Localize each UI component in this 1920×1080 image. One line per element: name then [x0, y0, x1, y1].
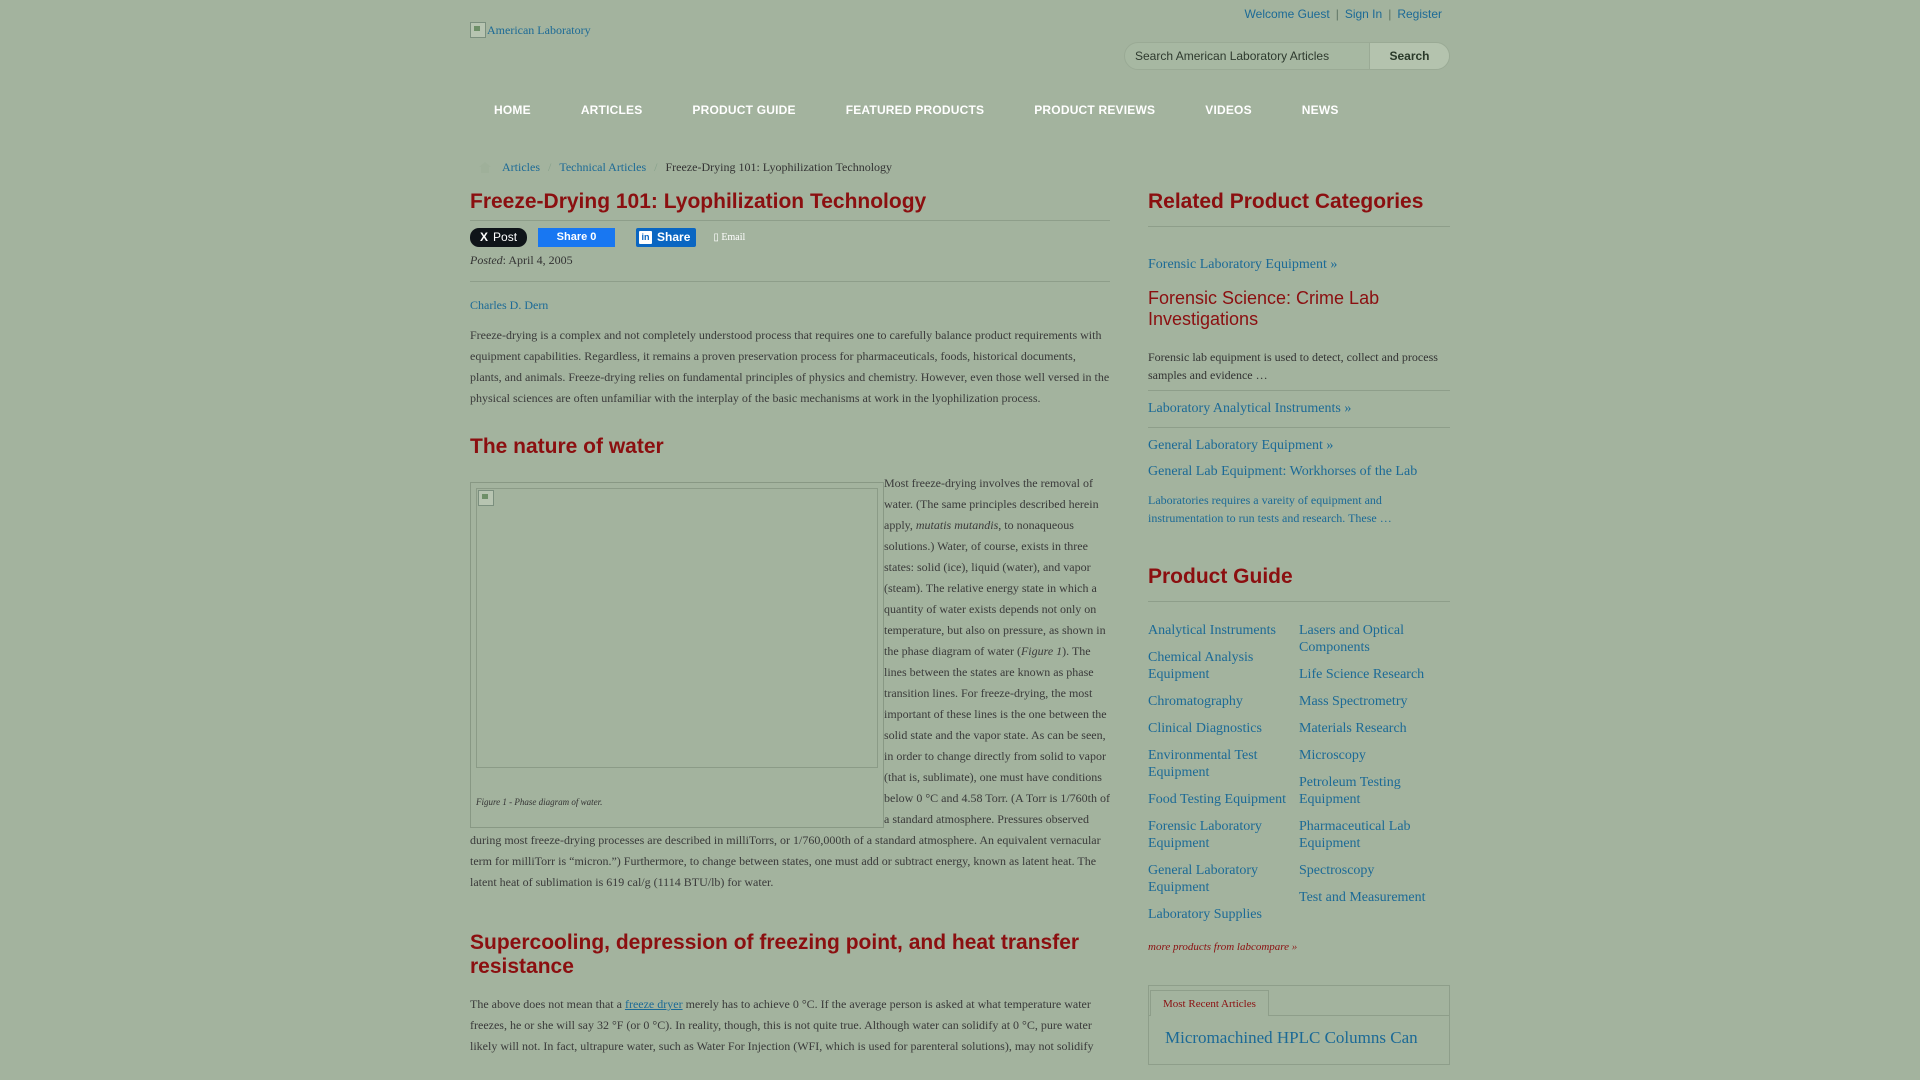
broken-image-icon — [470, 22, 486, 38]
figure: Figure 1 - Phase diagram of water. — [470, 482, 884, 828]
product-guide-link[interactable]: Clinical Diagnostics — [1148, 720, 1299, 737]
product-guide-link[interactable]: Spectroscopy — [1299, 862, 1450, 879]
linkedin-share-button[interactable]: in Share — [636, 227, 697, 247]
related-categories-heading: Related Product Categories — [1148, 190, 1450, 227]
nav-articles[interactable]: ARTICLES — [581, 103, 643, 117]
product-guide-column-right: Lasers and Optical Components Life Scien… — [1299, 622, 1450, 933]
product-guide-link[interactable]: Lasers and Optical Components — [1299, 622, 1450, 656]
product-guide-link[interactable]: Analytical Instruments — [1148, 622, 1299, 639]
email-share-button[interactable]: ▯ Email — [713, 232, 745, 243]
breadcrumb-separator: / — [548, 160, 552, 174]
water-section: Figure 1 - Phase diagram of water. Most … — [470, 473, 1110, 893]
breadcrumb-separator: / — [654, 160, 658, 174]
recent-articles-box: Most Recent Articles Micromachined HPLC … — [1148, 985, 1450, 1065]
separator: | — [1388, 7, 1392, 21]
figure-image — [476, 488, 878, 768]
article: Freeze-Drying 101: Lyophilization Techno… — [470, 190, 1110, 1057]
general-category-link[interactable]: General Laboratory Equipment » — [1148, 438, 1450, 454]
x-post-label: Post — [493, 230, 518, 244]
intro-paragraph: Freeze-drying is a complex and not compl… — [470, 328, 1110, 405]
broken-image-icon — [478, 490, 494, 506]
forensic-category-link[interactable]: Forensic Laboratory Equipment » — [1148, 257, 1450, 273]
product-guide-heading: Product Guide — [1148, 565, 1450, 602]
welcome-text: Welcome Guest — [1244, 7, 1330, 21]
analytical-category-link[interactable]: Laboratory Analytical Instruments » — [1148, 401, 1450, 417]
product-guide-link[interactable]: Environmental Test Equipment — [1148, 747, 1299, 781]
product-guide-link[interactable]: Materials Research — [1299, 720, 1450, 737]
x-icon: X — [480, 230, 489, 244]
sidebar: Related Product Categories Forensic Labo… — [1148, 190, 1450, 1065]
nav-news[interactable]: NEWS — [1302, 103, 1339, 117]
linkedin-share-label: Share — [657, 230, 691, 244]
section-heading: Supercooling, depression of freezing poi… — [470, 931, 1080, 978]
product-guide-link[interactable]: Food Testing Equipment — [1148, 791, 1299, 808]
search-input[interactable]: Search American Laboratory Articles — [1125, 49, 1369, 63]
forensic-feature-description: Forensic lab equipment is used to detect… — [1148, 350, 1438, 382]
breadcrumb-articles[interactable]: Articles — [502, 160, 540, 175]
separator: | — [1335, 7, 1339, 21]
product-guide-link[interactable]: Test and Measurement — [1299, 889, 1450, 906]
product-guide-column-left: Analytical Instruments Chemical Analysis… — [1148, 622, 1299, 933]
related-category-analytical: Laboratory Analytical Instruments » — [1148, 391, 1450, 428]
general-feature-description: Laboratories requires a vareity of equip… — [1148, 493, 1392, 525]
product-guide-grid: Analytical Instruments Chemical Analysis… — [1148, 622, 1450, 933]
user-bar: Welcome Guest | Sign In | Register — [1245, 7, 1442, 21]
posted-date: Posted: April 4, 2005 — [470, 253, 1110, 282]
product-guide-link[interactable]: General Laboratory Equipment — [1148, 862, 1299, 896]
breadcrumb: Articles / Technical Articles / Freeze-D… — [478, 160, 892, 175]
tab-most-recent-articles[interactable]: Most Recent Articles — [1150, 990, 1269, 1016]
linkedin-icon: in — [639, 230, 653, 244]
product-guide-link[interactable]: Forensic Laboratory Equipment — [1148, 818, 1299, 852]
sign-in-link[interactable]: Sign In — [1345, 7, 1382, 21]
more-products-link[interactable]: more products from labcompare » — [1148, 941, 1450, 953]
forensic-feature-title[interactable]: Forensic Science: Crime Lab Investigatio… — [1148, 288, 1450, 330]
search-button[interactable]: Search — [1369, 43, 1449, 69]
site-logo[interactable]: American Laboratory — [470, 22, 591, 38]
home-icon[interactable] — [478, 161, 492, 174]
product-guide-link[interactable]: Microscopy — [1299, 747, 1450, 764]
text-run: The above does not mean that a — [470, 997, 625, 1011]
posted-date-value: : April 4, 2005 — [502, 253, 573, 267]
nav-product-guide[interactable]: PRODUCT GUIDE — [692, 103, 795, 117]
related-category-general: General Laboratory Equipment » General L… — [1148, 428, 1450, 527]
recent-articles-list: Micromachined HPLC Columns Can — [1149, 1015, 1449, 1060]
general-feature-title[interactable]: General Lab Equipment: Workhorses of the… — [1148, 464, 1450, 480]
article-title: Freeze-Drying 101: Lyophilization Techno… — [470, 190, 1110, 221]
related-category-forensic: Forensic Laboratory Equipment » Forensic… — [1148, 257, 1450, 391]
figure-caption: Figure 1 - Phase diagram of water. — [476, 797, 603, 807]
product-guide-link[interactable]: Petroleum Testing Equipment — [1299, 774, 1450, 808]
nav-videos[interactable]: VIDEOS — [1205, 103, 1252, 117]
author-link[interactable]: Charles D. Dern — [470, 298, 1110, 313]
text-emphasis: mutatis mutandis — [915, 518, 999, 532]
breadcrumb-current: Freeze-Drying 101: Lyophilization Techno… — [665, 160, 893, 174]
product-guide-link[interactable]: Life Science Research — [1299, 666, 1450, 683]
breadcrumb-technical-articles[interactable]: Technical Articles — [559, 160, 646, 175]
product-guide-link[interactable]: Pharmaceutical Lab Equipment — [1299, 818, 1450, 852]
register-link[interactable]: Register — [1397, 7, 1442, 21]
nav-featured-products[interactable]: FEATURED PRODUCTS — [846, 103, 985, 117]
share-bar: X Post Share 0 in Share ▯ Email — [470, 227, 1110, 247]
facebook-share-button[interactable]: Share 0 — [538, 227, 616, 247]
posted-label: Posted — [470, 253, 503, 267]
logo-alt-text: American Laboratory — [487, 22, 591, 37]
page: Welcome Guest | Sign In | Register American … — [470, 0, 1450, 1080]
product-guide-link[interactable]: Mass Spectrometry — [1299, 693, 1450, 710]
search-box: Search American Laboratory Articles Sear… — [1124, 42, 1450, 70]
section-heading: The nature of water — [470, 435, 664, 458]
email-label: Email — [721, 231, 746, 243]
nav-home[interactable]: HOME — [494, 103, 531, 117]
nav-product-reviews[interactable]: PRODUCT REVIEWS — [1034, 103, 1155, 117]
recent-article-link[interactable]: Micromachined HPLC Columns Can — [1165, 1028, 1418, 1047]
text-emphasis: Figure 1 — [1020, 644, 1063, 658]
product-guide-link[interactable]: Chemical Analysis Equipment — [1148, 649, 1299, 683]
product-guide-link[interactable]: Chromatography — [1148, 693, 1299, 710]
freeze-dryer-link[interactable]: freeze dryer — [625, 997, 683, 1011]
text-run: , to nonaqueous solutions.) Water, of co… — [884, 518, 1106, 658]
x-post-button[interactable]: X Post — [470, 227, 528, 247]
supercooling-paragraph: The above does not mean that a freeze dr… — [470, 994, 1110, 1057]
main-nav: HOME ARTICLES PRODUCT GUIDE FEATURED PRO… — [494, 103, 1389, 117]
product-guide-link[interactable]: Laboratory Supplies — [1148, 906, 1299, 923]
